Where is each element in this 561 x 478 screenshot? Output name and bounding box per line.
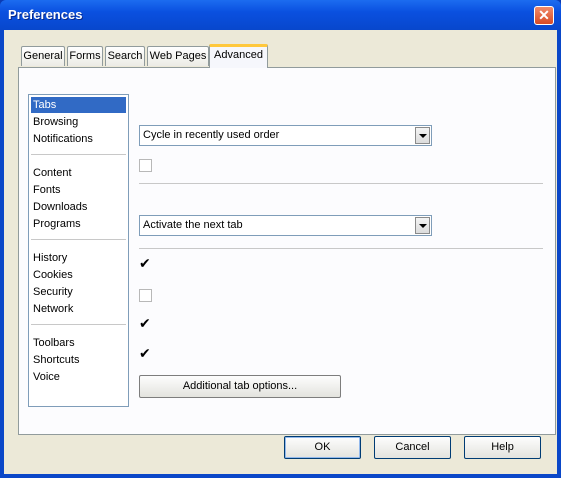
category-browsing[interactable]: Browsing [31,114,126,130]
title-bar[interactable]: Preferences ✕ [0,0,561,30]
tab-cycling-value: Cycle in recently used order [143,129,280,141]
chevron-down-icon[interactable] [415,217,430,234]
tab-forms[interactable]: Forms [67,46,103,66]
preferences-window: Preferences ✕ General Forms Search Web P… [0,0,561,478]
category-separator [31,324,126,325]
checkbox-option-2[interactable] [139,256,152,272]
close-icon[interactable]: ✕ [534,6,554,25]
checkbox-option-3[interactable] [139,289,152,302]
category-toolbars[interactable]: Toolbars [31,335,126,351]
section-divider [139,248,543,249]
category-list[interactable]: Tabs Browsing Notifications Content Font… [28,94,129,407]
category-content[interactable]: Content [31,165,126,181]
dialog-body: General Forms Search Web Pages Advanced … [4,30,557,474]
tab-general[interactable]: General [21,46,65,66]
category-separator [31,154,126,155]
ok-button[interactable]: OK [284,436,361,459]
category-tabs[interactable]: Tabs [31,97,126,113]
category-fonts[interactable]: Fonts [31,182,126,198]
tab-web-pages[interactable]: Web Pages [147,46,209,66]
category-separator [31,239,126,240]
additional-tab-options-button[interactable]: Additional tab options... [139,375,341,398]
section-divider [139,183,543,184]
tab-advanced[interactable]: Advanced [209,44,268,68]
category-history[interactable]: History [31,250,126,266]
category-security[interactable]: Security [31,284,126,300]
tab-close-select[interactable]: Activate the next tab [139,215,432,236]
checkbox-option-5[interactable] [139,346,152,362]
tab-cycling-select[interactable]: Cycle in recently used order [139,125,432,146]
tab-search[interactable]: Search [105,46,145,66]
category-voice[interactable]: Voice [31,369,126,385]
chevron-down-icon[interactable] [415,127,430,144]
checkbox-option-4[interactable] [139,316,152,332]
category-downloads[interactable]: Downloads [31,199,126,215]
window-title: Preferences [8,7,83,22]
tab-close-value: Activate the next tab [143,219,243,231]
help-button[interactable]: Help [464,436,541,459]
category-network[interactable]: Network [31,301,126,317]
checkbox-option-1[interactable] [139,159,152,172]
category-programs[interactable]: Programs [31,216,126,232]
cancel-button[interactable]: Cancel [374,436,451,459]
category-notifications[interactable]: Notifications [31,131,126,147]
category-shortcuts[interactable]: Shortcuts [31,352,126,368]
category-cookies[interactable]: Cookies [31,267,126,283]
